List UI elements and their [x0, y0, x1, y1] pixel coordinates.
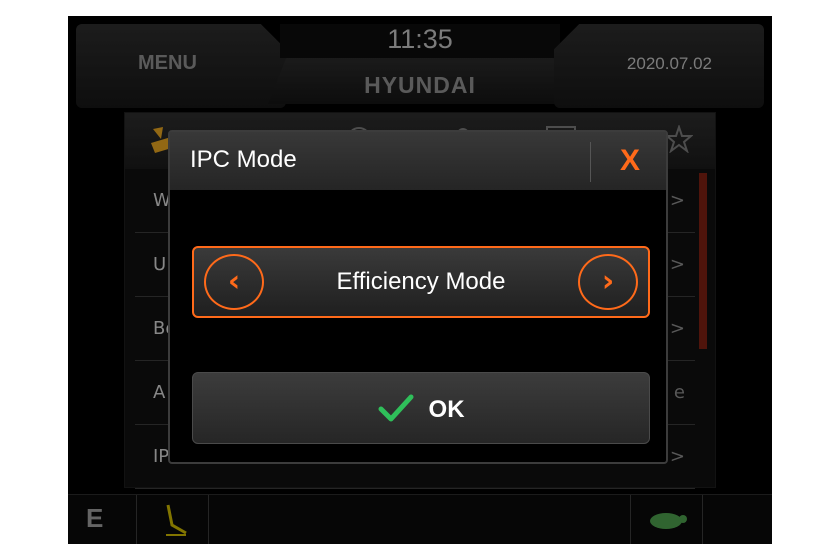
- device-screen: MENU 11:35 HYUNDAI 2020.07.02 W > U > Bo…: [68, 16, 772, 544]
- dialog-header: IPC Mode X: [170, 132, 666, 190]
- close-button[interactable]: X: [600, 140, 660, 182]
- ipc-mode-dialog: IPC Mode X ‹ Efficiency Mode › OK: [168, 130, 668, 464]
- ok-button[interactable]: OK: [192, 372, 650, 444]
- ok-button-content: OK: [193, 393, 649, 427]
- header-divider: [590, 142, 591, 182]
- checkmark-icon: [377, 393, 415, 427]
- next-mode-button[interactable]: ›: [578, 254, 638, 310]
- dialog-title: IPC Mode: [190, 146, 297, 173]
- mode-selector: ‹ Efficiency Mode ›: [192, 246, 650, 318]
- ok-label: OK: [428, 396, 465, 423]
